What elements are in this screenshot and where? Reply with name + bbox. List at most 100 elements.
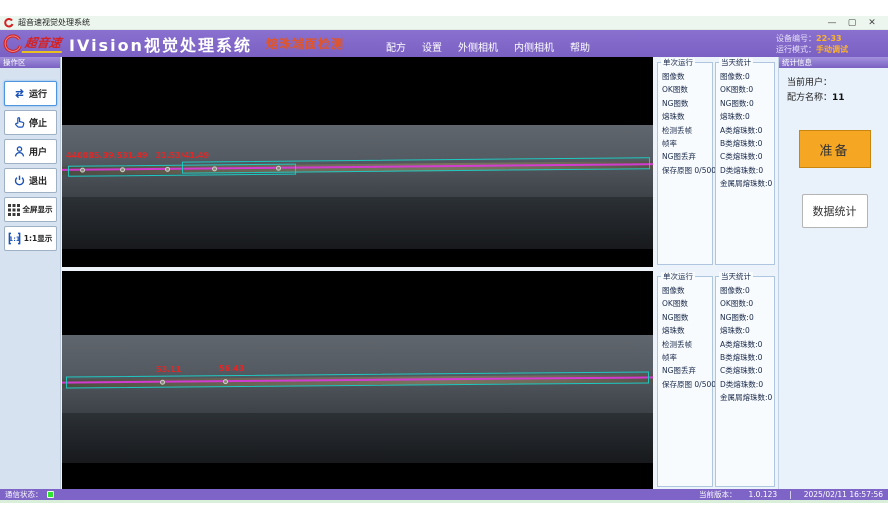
user-button[interactable]: 用户 bbox=[4, 139, 57, 164]
run-mode-value: 手动调试 bbox=[816, 44, 860, 55]
stat-value: 0 bbox=[745, 112, 750, 121]
run-label: 运行 bbox=[29, 87, 47, 100]
stat-row: NG图数 bbox=[662, 311, 712, 324]
comm-status-label: 通信状态： bbox=[5, 489, 43, 500]
current-user-label: 当前用户： bbox=[787, 78, 832, 88]
data-stats-button[interactable]: 数据统计 bbox=[802, 194, 868, 228]
one-to-one-icon: 1:1 bbox=[8, 232, 21, 245]
stat-label: 保存原图 bbox=[662, 166, 694, 175]
sidebar-title: 操作区 bbox=[0, 57, 60, 68]
maximize-icon[interactable]: ▢ bbox=[842, 18, 862, 28]
stop-icon bbox=[13, 116, 26, 129]
stat-label: 检测丢帧 bbox=[662, 340, 692, 349]
recipe-name-label: 配方名称： bbox=[787, 93, 832, 103]
stat-label: 帧率 bbox=[662, 139, 677, 148]
stat-row: NG图数 bbox=[662, 97, 712, 110]
minimize-icon[interactable]: — bbox=[822, 18, 842, 28]
stat-row: 保存原图 0/500 bbox=[662, 164, 712, 177]
stat-label: 熔珠数: bbox=[720, 112, 745, 121]
fullscreen-button[interactable]: 全屏显示 bbox=[4, 197, 57, 222]
camera1-shadow-band bbox=[62, 197, 653, 249]
stat-value: 0 bbox=[749, 313, 754, 322]
recipe-name-value: 11 bbox=[832, 93, 845, 103]
stat-label: A类熔珠数: bbox=[720, 340, 758, 349]
daily-stats-title: 当天统计 bbox=[719, 272, 753, 281]
stat-value: 0 bbox=[758, 126, 763, 135]
stat-label: 保存原图 bbox=[662, 380, 694, 389]
stat-label: 图像数: bbox=[720, 286, 745, 295]
stat-label: OK图数: bbox=[720, 85, 748, 94]
stop-button[interactable]: 停止 bbox=[4, 110, 57, 135]
brand-name: 超音速 bbox=[22, 34, 65, 53]
run-mode-label: 运行模式： bbox=[776, 44, 816, 55]
single-run-title: 单次运行 bbox=[661, 58, 695, 67]
stat-value: 0 bbox=[749, 99, 754, 108]
window-title: 超音速视觉处理系统 bbox=[18, 17, 90, 28]
stat-row: NG图丢弃 bbox=[662, 364, 712, 377]
stat-value: 0 bbox=[745, 286, 750, 295]
current-user-row: 当前用户： bbox=[787, 76, 882, 91]
stat-label: 图像数 bbox=[662, 72, 685, 81]
screen: 超音速视觉处理系统 — ▢ ✕ 超音速 IVision视觉处理系统 熔珠端面检测… bbox=[0, 0, 888, 522]
status-bar: 通信状态： 当前版本： 1.0.123 | 2025/02/11 16:57:5… bbox=[0, 489, 888, 500]
inner-camera-view[interactable]: 53.11 56.43 bbox=[62, 271, 653, 489]
stop-label: 停止 bbox=[29, 116, 47, 129]
stat-value: 0 bbox=[748, 85, 753, 94]
stat-row: D类熔珠数:0 bbox=[720, 164, 774, 177]
stat-label: 熔珠数 bbox=[662, 326, 685, 335]
statusbar-separator: | bbox=[789, 490, 792, 499]
stat-label: 帧率 bbox=[662, 353, 677, 362]
stat-row: 图像数 bbox=[662, 70, 712, 83]
user-icon bbox=[13, 145, 26, 158]
stat-label: NG图丢弃 bbox=[662, 366, 696, 375]
run-button[interactable]: 运行 bbox=[4, 81, 57, 106]
close-icon[interactable]: ✕ bbox=[862, 18, 882, 28]
stat-row: OK图数 bbox=[662, 297, 712, 310]
exit-button[interactable]: 退出 bbox=[4, 168, 57, 193]
stat-label: NG图丢弃 bbox=[662, 152, 696, 161]
bead-marker bbox=[80, 168, 85, 173]
menu-item[interactable]: 外侧相机 bbox=[458, 39, 498, 54]
menu-item[interactable]: 设置 bbox=[422, 39, 442, 54]
stat-value: 0 bbox=[758, 139, 763, 148]
outer-camera-view[interactable]: 440085.39.531.4931.53/41.49 bbox=[62, 57, 653, 267]
stat-label: 金属屑熔珠数: bbox=[720, 393, 768, 402]
stat-label: NG图数 bbox=[662, 99, 688, 108]
menu-item[interactable]: 帮助 bbox=[570, 39, 590, 54]
statistics-column: 单次运行 图像数OK图数NG图数熔珠数检测丢帧帧率NG图丢弃保存原图 0/500… bbox=[655, 57, 777, 489]
stat-value: 0 bbox=[758, 353, 763, 362]
comm-status-indicator bbox=[47, 491, 54, 498]
menu-item[interactable]: 配方 bbox=[386, 39, 406, 54]
stat-value: 0 bbox=[745, 326, 750, 335]
ready-button[interactable]: 准备 bbox=[799, 130, 871, 168]
menu-item[interactable]: 内侧相机 bbox=[514, 39, 554, 54]
stat-row: 图像数 bbox=[662, 284, 712, 297]
measurement-value: 56.43 bbox=[219, 364, 244, 373]
version-label: 当前版本： bbox=[699, 489, 737, 500]
detection-roi-box bbox=[66, 371, 649, 388]
version-value: 1.0.123 bbox=[749, 490, 778, 499]
fullscreen-label: 全屏显示 bbox=[23, 204, 53, 215]
stat-label: B类熔珠数: bbox=[720, 353, 758, 362]
one-to-one-button[interactable]: 1:1 1:1显示 bbox=[4, 226, 57, 251]
stat-row: 帧率 bbox=[662, 137, 712, 150]
stat-row: 熔珠数:0 bbox=[720, 110, 774, 123]
one-to-one-label: 1:1显示 bbox=[24, 233, 52, 244]
stat-row: 金属屑熔珠数:0 bbox=[720, 391, 774, 404]
stat-label: 图像数: bbox=[720, 72, 745, 81]
stat-row: C类熔珠数:0 bbox=[720, 150, 774, 163]
measurement-value: 440085.39.531.49 bbox=[66, 151, 147, 160]
stat-value: 0 bbox=[758, 166, 763, 175]
stat-row: 熔珠数 bbox=[662, 110, 712, 123]
stat-row: OK图数 bbox=[662, 83, 712, 96]
app-title: IVision视觉处理系统 bbox=[69, 32, 252, 56]
stat-label: C类熔珠数: bbox=[720, 152, 758, 161]
menu-bar: 配方 设置 外侧相机 内侧相机 帮助 bbox=[386, 33, 590, 54]
run-icon bbox=[13, 87, 26, 100]
stat-row: 检测丢帧 bbox=[662, 124, 712, 137]
info-panel: 统计信息 当前用户： 配方名称：11 准备 数据统计 bbox=[778, 57, 888, 489]
stat-label: 图像数 bbox=[662, 286, 685, 295]
info-panel-title: 统计信息 bbox=[779, 57, 888, 68]
device-no-label: 设备编号： bbox=[776, 33, 816, 44]
stat-row: 金属屑熔珠数:0 bbox=[720, 177, 774, 190]
